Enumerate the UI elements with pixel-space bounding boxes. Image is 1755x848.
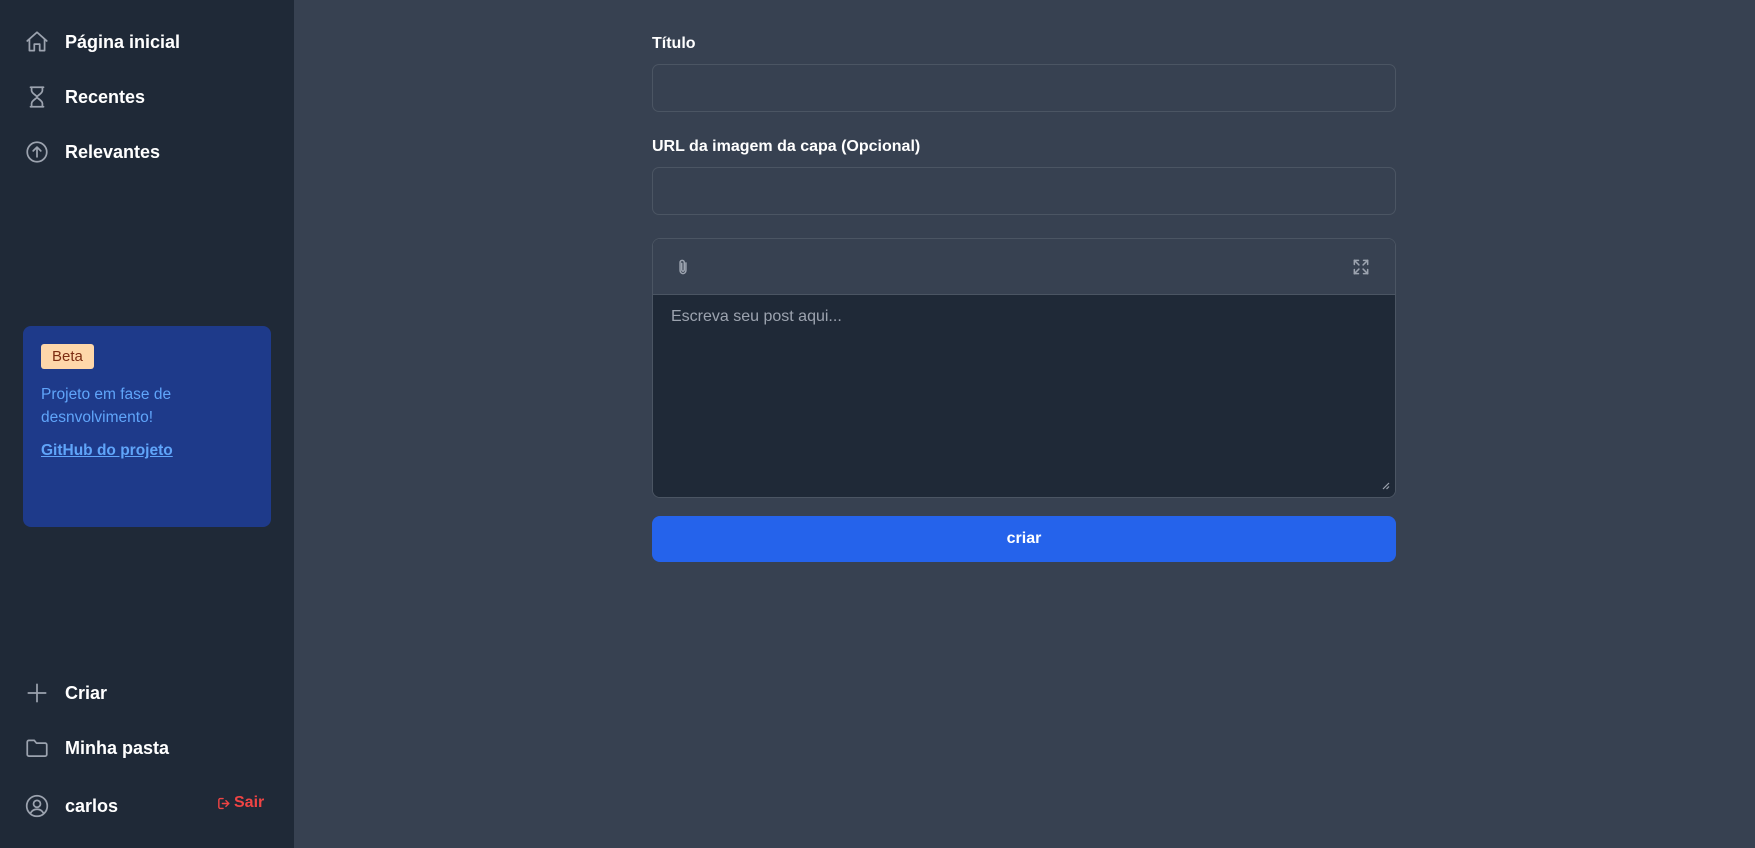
title-input[interactable] <box>652 64 1396 112</box>
user-circle-icon <box>24 793 50 819</box>
user-name: carlos <box>65 795 119 816</box>
logout-label: Sair <box>234 794 265 811</box>
logout-button[interactable]: Sair <box>216 794 264 812</box>
title-label: Título <box>652 35 696 52</box>
github-link[interactable]: GitHub do projeto <box>41 442 173 460</box>
sidebar: Página inicial Recentes Relevantes Beta … <box>0 0 294 848</box>
fullscreen-button[interactable] <box>1349 255 1373 279</box>
cover-url-label: URL da imagem da capa (Opcional) <box>652 138 921 155</box>
beta-card: Beta Projeto em fase de desnvolvimento! … <box>23 326 271 527</box>
logout-icon <box>218 797 230 809</box>
nav-item-criar[interactable]: Criar <box>24 678 107 708</box>
user-profile[interactable]: carlos <box>24 791 118 821</box>
nav-item-recentes[interactable]: Recentes <box>24 82 145 112</box>
nav-item-relevantes[interactable]: Relevantes <box>24 137 160 167</box>
nav-item-label: Página inicial <box>65 31 181 52</box>
resize-handle[interactable] <box>1381 477 1390 490</box>
nav-item-label: Recentes <box>65 86 146 107</box>
beta-badge: Beta <box>41 344 94 369</box>
plus-icon <box>24 680 50 706</box>
arrow-up-circle-icon <box>24 139 50 165</box>
nav-item-label: Minha pasta <box>65 737 170 758</box>
app-root: Página inicial Recentes Relevantes Beta … <box>0 0 1755 848</box>
folder-icon <box>24 735 50 761</box>
editor-toolbar <box>653 239 1395 295</box>
nav-item-label: Relevantes <box>65 141 161 162</box>
nav-item-minha-pasta[interactable]: Minha pasta <box>24 733 169 763</box>
hourglass-icon <box>24 84 50 110</box>
post-body-textarea[interactable] <box>653 295 1395 497</box>
attach-button[interactable] <box>671 255 695 279</box>
post-editor <box>652 238 1396 498</box>
nav-item-label: Criar <box>65 682 108 703</box>
main-content: Título URL da imagem da capa (Opcional) … <box>294 0 1755 848</box>
create-button[interactable]: criar <box>652 516 1396 562</box>
paperclip-icon <box>679 259 687 275</box>
fullscreen-icon <box>1353 259 1369 275</box>
beta-description: Projeto em fase de desnvolvimento! <box>41 386 172 426</box>
cover-url-input[interactable] <box>652 167 1396 215</box>
home-icon <box>24 29 50 55</box>
nav-item-pagina-inicial[interactable]: Página inicial <box>24 27 180 57</box>
